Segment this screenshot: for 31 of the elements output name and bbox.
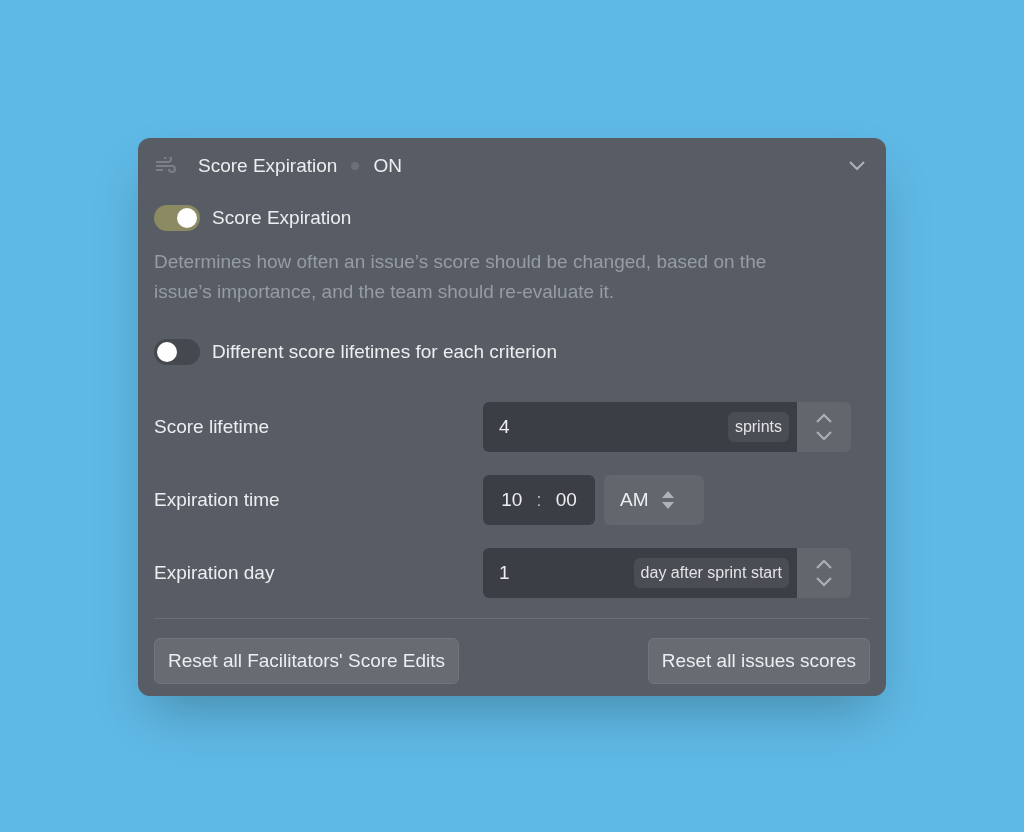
chevron-down-icon (815, 577, 833, 587)
toggle-label: Different score lifetimes for each criterion (212, 339, 557, 364)
period-select[interactable]: AM (604, 475, 704, 525)
reset-button[interactable]: Reset all Facilitators' Score Edits (154, 638, 460, 684)
sort-icon (660, 490, 675, 510)
field-label: Expiration time (154, 487, 281, 512)
minutes-text: 00 (555, 487, 577, 512)
field-label: Score lifetime (154, 414, 271, 439)
status-text: ON (373, 153, 402, 178)
stepper[interactable] (797, 548, 851, 598)
stepper[interactable] (797, 402, 851, 452)
number-field[interactable]: 4 sprints (483, 402, 797, 452)
wind-icon (154, 157, 178, 175)
hours-text: 10 (501, 487, 523, 512)
chevron-up-icon (815, 413, 833, 423)
time-separator: : (536, 487, 542, 512)
reset-button[interactable]: Reset all issues scores (647, 638, 870, 684)
time-field[interactable]: 10 : 00 (483, 475, 595, 525)
description-text: Determines how often an issue’s score should be changed, based on the issue’s importance, and the team should re-evaluate it. (154, 249, 768, 304)
panel-title: Score Expiration (198, 153, 338, 178)
toggle-switch[interactable] (154, 205, 200, 232)
unit-label: day after sprint start (633, 558, 789, 588)
toggle-label: Score Expiration (212, 206, 352, 230)
field-label: Expiration day (154, 560, 276, 585)
chevron-icon (848, 161, 866, 171)
chevron-down-icon (815, 431, 833, 441)
unit-label: sprints (727, 412, 789, 442)
chevron-up-icon (815, 559, 833, 569)
toggle-switch[interactable] (154, 338, 200, 365)
number-field[interactable]: 1 day after sprint start (483, 548, 797, 598)
collapse-button[interactable] (848, 161, 866, 171)
